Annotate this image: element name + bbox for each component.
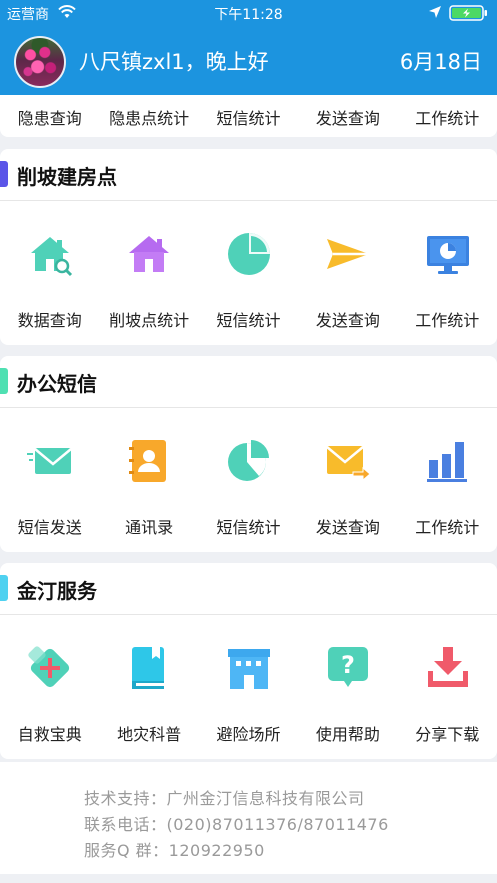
tile-label: 短信统计 — [216, 518, 281, 537]
section-title: 削坡建房点 — [17, 165, 117, 189]
location-arrow-icon — [428, 5, 442, 19]
quick-item-work-stats[interactable]: 工作统计 — [398, 105, 497, 129]
section-header: 削坡建房点 — [0, 149, 497, 201]
building-icon — [226, 645, 272, 691]
footer-phone: 联系电话：(020)87011376/87011476 — [84, 815, 389, 834]
tile-label: 削坡点统计 — [109, 311, 190, 330]
section-accent-bar — [0, 161, 8, 187]
quick-item-send-query[interactable]: 发送查询 — [298, 105, 397, 129]
footer-qq-group: 服务Q 群：120922950 — [84, 841, 265, 860]
tile-slope-stats[interactable]: 削坡点统计 — [99, 223, 198, 343]
section-accent-bar — [0, 575, 8, 601]
house-search-icon — [27, 231, 73, 277]
quick-item-sms-stats[interactable]: 短信统计 — [199, 105, 298, 129]
avatar[interactable] — [14, 36, 66, 88]
monitor-chart-icon — [425, 231, 471, 277]
footer-support: 技术支持：广州金汀信息科技有限公司 — [84, 789, 365, 808]
tile-self-rescue[interactable]: 自救宝典 — [0, 637, 99, 757]
tile-sms-stats[interactable]: 短信统计 — [199, 223, 298, 343]
app-header: 运营商 下午11:28 八尺镇zxl1，晚上好 6月18日 — [0, 0, 497, 95]
book-icon — [126, 645, 172, 691]
tile-label: 数据查询 — [17, 311, 82, 330]
tile-label: 发送查询 — [315, 518, 380, 537]
tile-contacts[interactable]: 通讯录 — [99, 430, 198, 550]
section-title: 金汀服务 — [17, 579, 97, 603]
status-time: 下午11:28 — [214, 7, 283, 23]
section-slope-housing: 削坡建房点 数据查询 削坡点统计 短信统计 发送查询 工作统计 — [0, 149, 497, 345]
battery-icon — [449, 5, 489, 21]
tile-send-query-2[interactable]: 发送查询 — [298, 430, 397, 550]
tile-label: 地灾科普 — [117, 725, 182, 744]
tile-share-download[interactable]: 分享下载 — [398, 637, 497, 757]
tile-send-query[interactable]: 发送查询 — [298, 223, 397, 343]
pie-chart-icon — [226, 231, 272, 277]
tile-label: 避险场所 — [216, 725, 281, 744]
section-header: 金汀服务 — [0, 563, 497, 615]
house-icon — [126, 231, 172, 277]
footer-info: 技术支持：广州金汀信息科技有限公司 联系电话：(020)87011376/870… — [0, 762, 497, 874]
tile-label: 发送查询 — [315, 311, 380, 330]
help-bubble-icon: ? — [325, 645, 371, 691]
quick-nav-row: 隐患查询 隐患点统计 短信统计 发送查询 工作统计 — [0, 95, 497, 137]
tile-label: 分享下载 — [415, 725, 480, 744]
tile-sms-stats-2[interactable]: 短信统计 — [199, 430, 298, 550]
tile-label: 自救宝典 — [17, 725, 82, 744]
date-text: 6月18日 — [399, 50, 482, 74]
section-office-sms: 办公短信 短信发送 通讯录 短信统计 发送查询 工作统计 — [0, 356, 497, 552]
tile-data-query[interactable]: 数据查询 — [0, 223, 99, 343]
tile-work-stats[interactable]: 工作统计 — [398, 223, 497, 343]
quick-item-hazard-query[interactable]: 隐患查询 — [0, 105, 99, 129]
section-jinting-services: 金汀服务 自救宝典 地灾科普 避险场所 ? 使用帮助 分享下载 — [0, 563, 497, 759]
section-title: 办公短信 — [17, 372, 97, 396]
contacts-book-icon — [126, 438, 172, 484]
tile-work-stats-2[interactable]: 工作统计 — [398, 430, 497, 550]
tile-label: 使用帮助 — [315, 725, 380, 744]
tile-shelters[interactable]: 避险场所 — [199, 637, 298, 757]
status-bar: 运营商 下午11:28 — [0, 0, 497, 26]
svg-text:?: ? — [341, 651, 355, 679]
tile-label: 通讯录 — [125, 518, 174, 537]
send-arrow-icon — [325, 231, 371, 277]
download-icon — [425, 645, 471, 691]
section-accent-bar — [0, 368, 8, 394]
section-header: 办公短信 — [0, 356, 497, 408]
tile-help[interactable]: ? 使用帮助 — [298, 637, 397, 757]
quick-item-hazard-stats[interactable]: 隐患点统计 — [99, 105, 198, 129]
tile-label: 短信统计 — [216, 311, 281, 330]
mail-forward-icon — [325, 438, 371, 484]
first-aid-icon — [27, 645, 73, 691]
greeting-text: 八尺镇zxl1，晚上好 — [79, 50, 269, 74]
tile-label: 工作统计 — [415, 518, 480, 537]
tile-sms-send[interactable]: 短信发送 — [0, 430, 99, 550]
envelope-icon — [27, 438, 73, 484]
bar-chart-icon — [425, 438, 471, 484]
tile-label: 工作统计 — [415, 311, 480, 330]
pie-chart-icon — [226, 438, 272, 484]
tile-label: 短信发送 — [17, 518, 82, 537]
tile-disaster-science[interactable]: 地灾科普 — [99, 637, 198, 757]
